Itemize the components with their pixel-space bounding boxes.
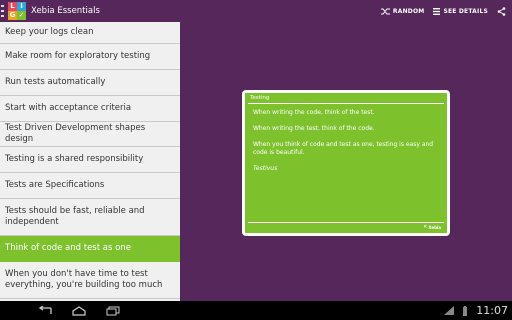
- card-paragraph: When you think of code and test as one, …: [253, 141, 434, 156]
- list-item[interactable]: Run tests automatically: [0, 70, 180, 96]
- essentials-list[interactable]: Keep your logs clean Make room for explo…: [0, 22, 180, 301]
- card-category: Testing: [250, 95, 270, 101]
- card-face: Testing When writing the code, think of …: [245, 93, 447, 233]
- app-logo[interactable]: L I G ✓: [8, 2, 26, 20]
- xebia-logo-text: Xebia: [428, 224, 441, 230]
- list-item[interactable]: Keep your logs clean: [0, 22, 180, 44]
- card-top-rule: [248, 103, 444, 104]
- action-bar: L I G ✓ Xebia Essentials RANDOM SEE DETA…: [0, 0, 512, 22]
- share-icon[interactable]: [497, 6, 506, 16]
- logo-tile: L: [8, 2, 17, 11]
- list-item-label: Tests are Specifications: [5, 180, 105, 190]
- list-item-selected[interactable]: Think of code and test as one: [0, 236, 180, 262]
- recent-apps-icon[interactable]: [104, 304, 122, 318]
- card-paragraph: When writing the test, think of the code…: [253, 125, 375, 132]
- logo-tile: G: [8, 11, 17, 20]
- list-item-label: Tests should be fast, reliable and indep…: [5, 206, 145, 227]
- card-paragraph: When writing the code, think of the test…: [253, 109, 375, 116]
- back-icon[interactable]: [36, 304, 54, 318]
- see-details-label: SEE DETAILS: [443, 7, 488, 15]
- list-item-label: Start with acceptance criteria: [5, 103, 132, 113]
- list-icon: [433, 7, 441, 15]
- up-indicator-icon[interactable]: [1, 5, 5, 17]
- app-title: Xebia Essentials: [31, 6, 100, 16]
- wifi-icon: [444, 305, 455, 315]
- card-author: Testivus: [253, 165, 278, 172]
- detail-pane: Testing When writing the code, think of …: [180, 22, 512, 301]
- list-item[interactable]: Start with acceptance criteria: [0, 96, 180, 122]
- list-item[interactable]: Tests should be fast, reliable and indep…: [0, 199, 180, 236]
- card-bottom-rule: [248, 222, 444, 223]
- list-item-label: Make room for exploratory testing: [5, 51, 151, 61]
- list-item[interactable]: Make room for exploratory testing: [0, 44, 180, 70]
- card-body: When writing the code, think of the test…: [253, 109, 439, 181]
- list-item-label: Think of code and test as one: [5, 243, 131, 253]
- list-item-label: Testing is a shared responsibility: [5, 154, 144, 164]
- logo-tile: ✓: [17, 11, 26, 20]
- list-item-label: Test Driven Development shapes design: [5, 123, 146, 144]
- random-button[interactable]: RANDOM: [380, 7, 425, 15]
- battery-icon: [463, 305, 468, 316]
- list-item[interactable]: When you don't have time to test everyth…: [0, 262, 180, 299]
- clock: 11:07: [476, 304, 508, 317]
- list-item-label: Keep your logs clean: [5, 27, 94, 37]
- logo-tile: I: [17, 2, 26, 11]
- system-bar: 11:07: [0, 301, 512, 320]
- list-item[interactable]: Testing is a shared responsibility: [0, 147, 180, 173]
- see-details-button[interactable]: SEE DETAILS: [433, 7, 488, 15]
- list-item-label: When you don't have time to test everyth…: [5, 269, 163, 290]
- random-label: RANDOM: [392, 7, 425, 15]
- shuffle-icon: [380, 8, 390, 14]
- list-item[interactable]: Tests are Specifications: [0, 173, 180, 199]
- list-item[interactable]: Test Driven Development shapes design: [0, 122, 180, 147]
- home-icon[interactable]: [70, 304, 88, 318]
- list-item-label: Run tests automatically: [5, 77, 106, 87]
- xebia-logo: ✕ Xebia: [423, 224, 441, 230]
- essential-card[interactable]: Testing When writing the code, think of …: [242, 90, 450, 236]
